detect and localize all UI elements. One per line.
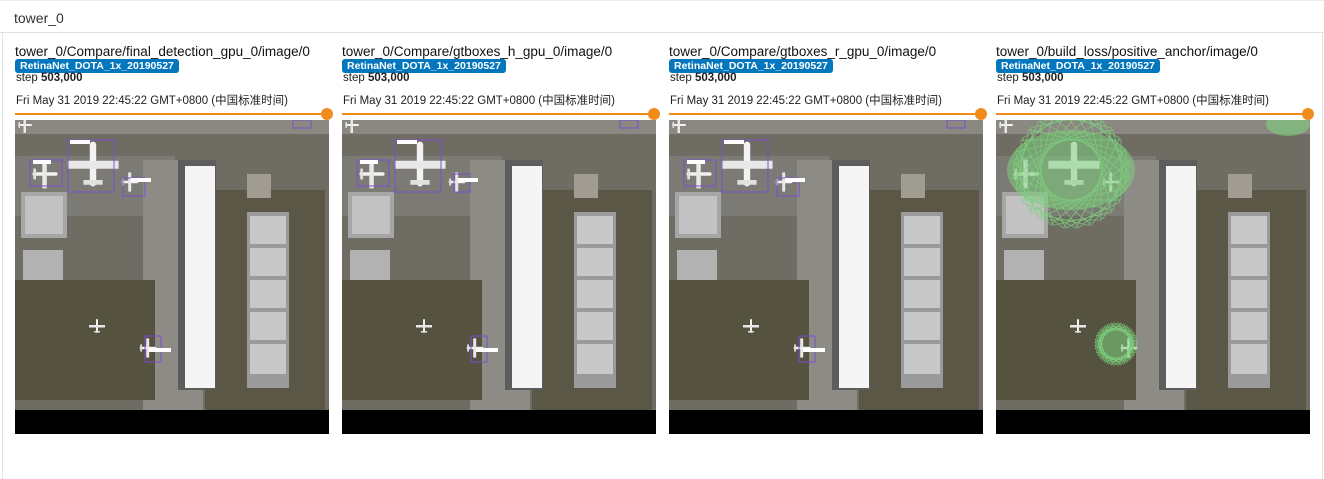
slider-track[interactable]: [996, 113, 1306, 115]
image-padding: [15, 410, 329, 434]
card-title: tower_0/Compare/final_detection_gpu_0/im…: [15, 44, 310, 59]
long-hangar: [1166, 166, 1196, 388]
card-title: tower_0/build_loss/positive_anchor/image…: [996, 44, 1258, 59]
image-padding: [342, 410, 656, 434]
aerial-image[interactable]: [996, 120, 1310, 434]
bbox-label: [33, 160, 51, 164]
building: [1004, 250, 1044, 280]
card-title: tower_0/Compare/gtboxes_r_gpu_0/image/0: [669, 44, 937, 59]
hangar-roofs: [1231, 216, 1267, 374]
run-badge: RetinaNet_DOTA_1x_20190527: [996, 59, 1160, 73]
taxiway: [669, 120, 983, 134]
step-label: step: [343, 72, 365, 84]
hangar-roofs: [577, 216, 613, 374]
field: [669, 280, 809, 400]
step-label: step: [997, 72, 1019, 84]
image-padding: [996, 410, 1310, 434]
step-row: step 503,000: [343, 72, 410, 84]
bbox-label: [785, 178, 805, 182]
building-roof: [352, 196, 390, 234]
slider-thumb[interactable]: [321, 108, 333, 120]
small-building: [1228, 174, 1252, 198]
bbox-label: [458, 178, 478, 182]
long-hangar: [512, 166, 542, 388]
step-value: 503,000: [1021, 72, 1064, 84]
card-title: tower_0/Compare/gtboxes_h_gpu_0/image/0: [342, 44, 613, 59]
step-label: step: [16, 72, 38, 84]
image-card: tower_0/Compare/gtboxes_h_gpu_0/image/0 …: [342, 44, 660, 439]
bbox-label: [687, 160, 705, 164]
bbox-label: [724, 140, 744, 144]
bbox-label: [803, 348, 825, 352]
bbox-label: [70, 140, 90, 144]
content-border: [2, 33, 3, 479]
run-badge: RetinaNet_DOTA_1x_20190527: [342, 59, 506, 73]
image-card: tower_0/build_loss/positive_anchor/image…: [996, 44, 1314, 439]
step-row: step 503,000: [16, 72, 83, 84]
group-title: tower_0: [14, 10, 64, 26]
slider-thumb[interactable]: [975, 108, 987, 120]
field: [342, 280, 482, 400]
image-card: tower_0/Compare/final_detection_gpu_0/im…: [15, 44, 333, 439]
bbox-label: [476, 348, 498, 352]
group-header[interactable]: tower_0: [0, 0, 1324, 33]
step-value: 503,000: [694, 72, 737, 84]
field: [15, 280, 155, 400]
aerial-image[interactable]: [342, 120, 656, 434]
taxiway: [15, 120, 329, 134]
bbox-label: [397, 140, 417, 144]
step-label: step: [670, 72, 692, 84]
step-value: 503,000: [367, 72, 410, 84]
run-badge: RetinaNet_DOTA_1x_20190527: [15, 59, 179, 73]
step-value: 503,000: [40, 72, 83, 84]
image-padding: [669, 410, 983, 434]
aerial-image[interactable]: [669, 120, 983, 434]
hangar-roofs: [250, 216, 286, 374]
timestamp: Fri May 31 2019 22:45:22 GMT+0800 (中国标准时…: [997, 95, 1269, 107]
hangar-roofs: [904, 216, 940, 374]
slider-track[interactable]: [669, 113, 979, 115]
slider-track[interactable]: [15, 113, 325, 115]
bbox-label: [360, 160, 378, 164]
slider-track[interactable]: [342, 113, 652, 115]
taxiway: [342, 120, 656, 134]
building: [23, 250, 63, 280]
long-hangar: [839, 166, 869, 388]
building: [350, 250, 390, 280]
small-building: [901, 174, 925, 198]
bbox-label: [131, 178, 151, 182]
slider-thumb[interactable]: [1302, 108, 1314, 120]
aerial-image[interactable]: [15, 120, 329, 434]
timestamp: Fri May 31 2019 22:45:22 GMT+0800 (中国标准时…: [16, 95, 288, 107]
small-building: [574, 174, 598, 198]
building-roof: [679, 196, 717, 234]
slider-thumb[interactable]: [648, 108, 660, 120]
bbox-label: [149, 348, 171, 352]
timestamp: Fri May 31 2019 22:45:22 GMT+0800 (中国标准时…: [343, 95, 615, 107]
long-hangar: [185, 166, 215, 388]
content-border: [1322, 33, 1323, 479]
taxiway: [996, 120, 1310, 134]
building: [677, 250, 717, 280]
small-building: [247, 174, 271, 198]
run-badge: RetinaNet_DOTA_1x_20190527: [669, 59, 833, 73]
step-row: step 503,000: [670, 72, 737, 84]
building-roof: [25, 196, 63, 234]
image-card: tower_0/Compare/gtboxes_r_gpu_0/image/0 …: [669, 44, 987, 439]
step-row: step 503,000: [997, 72, 1064, 84]
timestamp: Fri May 31 2019 22:45:22 GMT+0800 (中国标准时…: [670, 95, 942, 107]
